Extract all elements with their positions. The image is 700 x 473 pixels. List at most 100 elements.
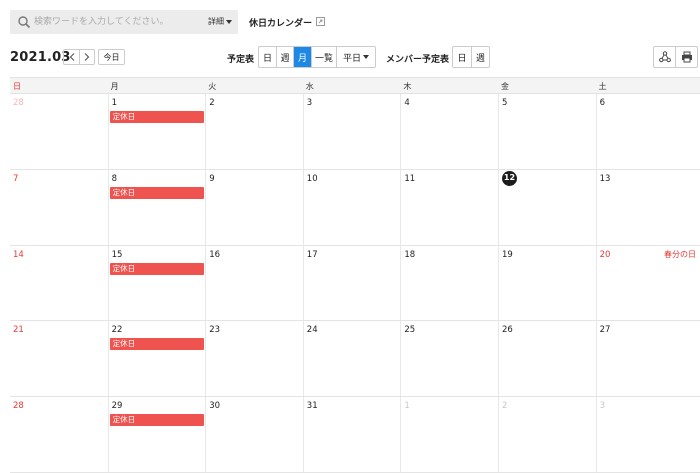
week-row: 21 22 定休日 23 24 25 26 27	[10, 321, 700, 398]
day-cell[interactable]: 1 定休日	[107, 94, 206, 169]
date-number: 31	[306, 401, 318, 412]
view-day-button[interactable]: 日	[259, 47, 276, 67]
chevron-left-icon	[69, 53, 74, 61]
day-cell[interactable]: 7	[10, 170, 108, 245]
day-cell[interactable]: 12	[497, 169, 596, 245]
holiday-name: 春分の日	[663, 249, 696, 259]
day-cell[interactable]: 31	[302, 397, 401, 472]
chevron-right-icon	[84, 53, 90, 61]
next-month-button[interactable]	[79, 50, 94, 64]
external-link-icon[interactable]	[316, 17, 325, 26]
day-cell[interactable]: 14	[10, 246, 108, 321]
search-input[interactable]	[34, 12, 204, 32]
search-icon	[18, 16, 31, 29]
day-cell[interactable]: 29 定休日	[107, 397, 206, 472]
weekday-header: 日月火水木金土	[10, 77, 700, 94]
view-switcher: 日 週 月 一覧 平日	[258, 46, 376, 68]
member-day-button[interactable]: 日	[453, 47, 471, 67]
date-number: 29	[111, 401, 123, 412]
event-bar[interactable]: 定休日	[109, 338, 205, 351]
day-cell[interactable]: 20 春分の日	[595, 245, 700, 321]
day-cell[interactable]: 22 定休日	[107, 321, 206, 397]
day-cell[interactable]: 4	[400, 94, 498, 169]
day-cell[interactable]: 24	[302, 321, 401, 397]
event-bar[interactable]: 定休日	[109, 262, 205, 275]
day-cell[interactable]: 8 定休日	[107, 169, 206, 245]
date-number: 2	[501, 401, 508, 412]
date-number: 15	[111, 249, 123, 260]
date-number: 13	[599, 173, 611, 184]
view-weekday-dropdown[interactable]: 平日	[336, 47, 375, 67]
weekday-dropdown-label: 平日	[342, 53, 361, 64]
member-week-button[interactable]: 週	[471, 47, 489, 67]
day-cell[interactable]: 13	[595, 169, 700, 245]
date-number: 14	[13, 249, 24, 260]
day-cell[interactable]: 19	[497, 245, 596, 321]
member-view-switcher: 日 週	[452, 46, 490, 68]
date-number: 17	[306, 249, 318, 260]
date-number: 20	[599, 249, 611, 260]
weekday-label: 木	[403, 82, 412, 91]
day-cell[interactable]: 28	[10, 94, 108, 169]
weekday-label: 火	[208, 82, 217, 91]
search-box: 詳細	[10, 10, 238, 34]
date-number: 1	[404, 401, 410, 412]
date-number: 19	[501, 249, 513, 260]
day-cell[interactable]: 26	[497, 321, 596, 397]
day-cell[interactable]: 3	[302, 94, 401, 169]
weekday-label: 日	[13, 82, 21, 91]
day-cell[interactable]: 5	[497, 94, 596, 169]
day-cell[interactable]: 25	[400, 321, 498, 397]
share-button[interactable]	[654, 47, 675, 67]
day-cell[interactable]: 2	[205, 94, 303, 169]
view-week-button[interactable]: 週	[276, 47, 293, 67]
date-number: 22	[111, 325, 123, 336]
date-number: 7	[13, 173, 19, 184]
day-cell[interactable]: 30	[205, 397, 303, 472]
day-cell[interactable]: 11	[400, 169, 498, 245]
day-cell[interactable]: 27	[595, 321, 700, 397]
event-bar[interactable]: 定休日	[109, 414, 205, 427]
day-cell[interactable]: 28	[10, 397, 108, 472]
day-cell[interactable]: 15 定休日	[107, 245, 206, 321]
member-schedule-label: メンバー予定表	[386, 55, 450, 65]
day-cell[interactable]: 18	[400, 245, 498, 321]
day-cell[interactable]: 10	[302, 169, 401, 245]
day-cell[interactable]: 23	[205, 321, 303, 397]
date-number: 9	[209, 173, 215, 184]
date-number: 16	[209, 249, 221, 260]
date-number: 30	[209, 401, 221, 412]
today-button[interactable]: 今日	[98, 49, 125, 65]
view-month-button[interactable]: 月	[293, 47, 311, 67]
weekday-label: 土	[598, 82, 607, 91]
prev-month-button[interactable]	[64, 50, 79, 64]
calendar-title: 休日カレンダー	[249, 19, 313, 29]
day-cell[interactable]: 2	[497, 397, 596, 472]
day-cell[interactable]: 17	[302, 245, 401, 321]
day-cell[interactable]: 1	[400, 397, 498, 472]
day-cell[interactable]: 9	[205, 169, 303, 245]
event-bar[interactable]: 定休日	[109, 111, 205, 123]
view-list-button[interactable]: 一覧	[311, 47, 336, 67]
print-button[interactable]	[675, 47, 697, 67]
date-number: 4	[404, 98, 410, 108]
share-icon	[658, 51, 671, 63]
date-number: 10	[306, 173, 318, 184]
day-cell[interactable]: 3	[595, 397, 700, 472]
week-row: 28 1 定休日 2 3 4 5 6	[10, 94, 700, 170]
detail-search-button[interactable]: 詳細	[208, 16, 232, 27]
week-row: 7 8 定休日 9 10 11 12 13	[10, 169, 700, 246]
weekday-label: 月	[110, 82, 119, 91]
chevron-down-icon	[363, 55, 369, 59]
date-number: 28	[13, 98, 24, 108]
day-cell[interactable]: 21	[10, 321, 108, 396]
weekday-label: 水	[305, 82, 314, 91]
day-cell[interactable]: 16	[205, 245, 303, 321]
month-grid: 28 1 定休日 2 3 4 5 6 7 8 定休日 9 10 11 12 13 14 15 定休日 16 17 18 19…	[10, 94, 700, 473]
date-number: 18	[404, 249, 416, 260]
day-cell[interactable]: 6	[595, 94, 700, 169]
date-number: 1	[111, 98, 118, 108]
today-date-number: 12	[501, 170, 517, 186]
event-bar[interactable]: 定休日	[109, 186, 205, 199]
week-row: 28 29 定休日 30 31 1 2 3	[10, 397, 700, 473]
